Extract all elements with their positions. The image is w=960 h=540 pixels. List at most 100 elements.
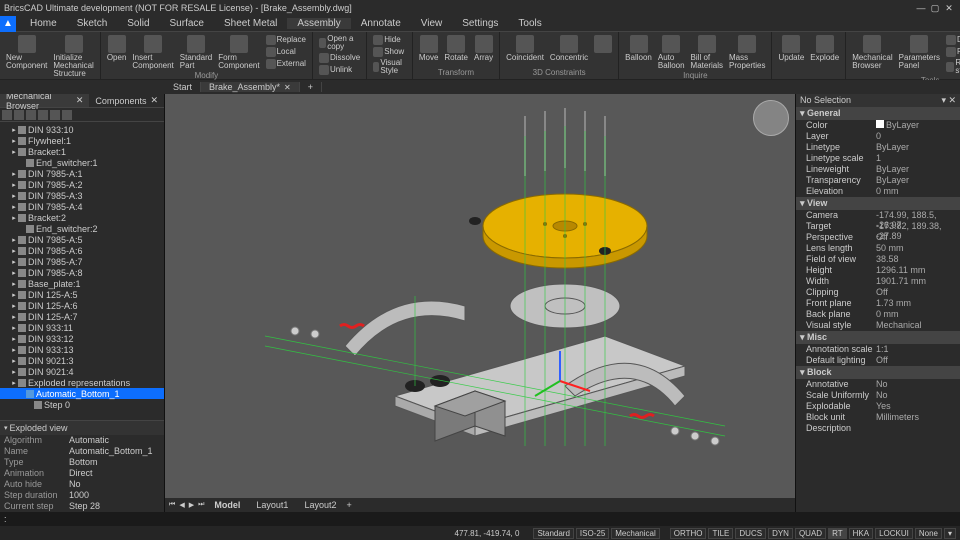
tree-node[interactable]: Step 0 (0, 399, 164, 410)
tree-twisty-icon[interactable]: ▸ (10, 335, 18, 343)
tree-node[interactable]: ▸DIN 9021:3 (0, 355, 164, 366)
hide[interactable]: Hide (371, 34, 408, 46)
exploded-prop-row[interactable]: Step duration1000 (0, 490, 164, 501)
new-component[interactable]: NewComponent (4, 34, 49, 79)
mass-props[interactable]: MassProperties (727, 34, 767, 71)
window-close[interactable]: ✕ (942, 3, 956, 14)
ribbon-tab-view[interactable]: View (411, 18, 453, 29)
props-row[interactable]: Height1296.11 mm (796, 265, 960, 276)
props-section-header[interactable]: ▾ Misc (796, 331, 960, 344)
tree-twisty-icon[interactable]: ▸ (10, 368, 18, 376)
props-row[interactable]: Lens length50 mm (796, 243, 960, 254)
update[interactable]: Update (776, 34, 806, 63)
unlink[interactable]: Unlink (317, 64, 362, 76)
insert-component[interactable]: InsertComponent (130, 34, 175, 71)
doc-tab[interactable]: Start (165, 82, 201, 92)
exploded-prop-row[interactable]: Auto hideNo (0, 479, 164, 490)
ribbon-tab-settings[interactable]: Settings (452, 18, 508, 29)
layout-last[interactable]: ⏭ (198, 501, 204, 509)
ribbon-tab-annotate[interactable]: Annotate (351, 18, 411, 29)
tree-twisty-icon[interactable]: ▸ (10, 291, 18, 299)
tree-node[interactable]: ▸DIN 7985-A:3 (0, 190, 164, 201)
props-row[interactable]: ColorByLayer (796, 120, 960, 131)
tree-twisty-icon[interactable]: ▸ (10, 148, 18, 156)
status-segment[interactable]: Mechanical (611, 528, 659, 539)
replace[interactable]: Replace (264, 34, 308, 46)
tree-node[interactable]: ▸DIN 7985-A:2 (0, 179, 164, 190)
bom[interactable]: Bill ofMaterials (689, 34, 725, 71)
close-icon[interactable]: ✕ (76, 95, 84, 106)
tree-twisty-icon[interactable]: ▸ (10, 181, 18, 189)
tree-twisty-icon[interactable]: ▸ (10, 192, 18, 200)
ribbon-tab-solid[interactable]: Solid (117, 18, 159, 29)
set-local[interactable]: Local (264, 46, 308, 58)
show[interactable]: Show (371, 46, 408, 58)
props-row[interactable]: Front plane1.73 mm (796, 298, 960, 309)
dependencies[interactable]: Dependencies (944, 34, 960, 46)
tree-twisty-icon[interactable]: ▸ (10, 247, 18, 255)
window-maximize[interactable]: ▢ (928, 3, 942, 14)
cmd-input[interactable] (7, 514, 956, 524)
mechanical-tree[interactable]: ▸DIN 933:10▸Flywheel:1▸Bracket:1End_swit… (0, 122, 164, 420)
tree-node[interactable]: ▸DIN 933:10 (0, 124, 164, 135)
layout-tab[interactable]: Layout2 (298, 500, 342, 510)
mech-browser[interactable]: MechanicalBrowser (850, 34, 894, 76)
panel-tool-icon[interactable] (26, 110, 36, 120)
tree-node[interactable]: End_switcher:1 (0, 157, 164, 168)
ribbon-tab-tools[interactable]: Tools (508, 18, 551, 29)
status-right[interactable]: None (915, 528, 942, 539)
ribbon-tab-home[interactable]: Home (20, 18, 67, 29)
set-external[interactable]: External (264, 58, 308, 70)
panel-tool-icon[interactable] (38, 110, 48, 120)
exploded-prop-row[interactable]: NameAutomatic_Bottom_1 (0, 446, 164, 457)
form-component[interactable]: FormComponent (216, 34, 261, 71)
props-row[interactable]: Visual styleMechanical (796, 320, 960, 331)
props-row[interactable]: Layer0 (796, 131, 960, 142)
status-toggle-lockui[interactable]: LOCKUI (875, 528, 913, 539)
tree-node[interactable]: Automatic_Bottom_1 (0, 388, 164, 399)
panel-tab[interactable]: Mechanical Browser✕ (0, 94, 89, 107)
ribbon-tab-assembly[interactable]: Assembly (287, 18, 350, 29)
tree-node[interactable]: ▸Base_plate:1 (0, 278, 164, 289)
props-row[interactable]: PerspectiveOff (796, 232, 960, 243)
status-segment[interactable]: Standard (533, 528, 573, 539)
close-icon[interactable]: ✕ (150, 95, 158, 106)
layout-prev[interactable]: ◀ (179, 501, 184, 509)
tree-twisty-icon[interactable]: ▸ (10, 214, 18, 222)
ribbon-tab-surface[interactable]: Surface (160, 18, 214, 29)
tree-node[interactable]: ▸DIN 125-A:6 (0, 300, 164, 311)
tree-node[interactable]: ▸DIN 7985-A:5 (0, 234, 164, 245)
command-line[interactable]: : (0, 512, 960, 526)
props-row[interactable]: Target-173.82, 189.38, -27.89 (796, 221, 960, 232)
tree-node[interactable]: ▸DIN 7985-A:8 (0, 267, 164, 278)
tree-twisty-icon[interactable]: ▸ (10, 357, 18, 365)
rotate[interactable]: Rotate (442, 34, 470, 63)
tree-node[interactable]: ▸DIN 933:12 (0, 333, 164, 344)
tree-node[interactable]: ▸Bracket:1 (0, 146, 164, 157)
tree-node[interactable]: ▸DIN 7985-A:7 (0, 256, 164, 267)
tree-node[interactable]: ▸Bracket:2 (0, 212, 164, 223)
tree-twisty-icon[interactable]: ▸ (10, 346, 18, 354)
props-row[interactable]: Camera-174.99, 188.5, -26.97 (796, 210, 960, 221)
dissolve[interactable]: Dissolve (317, 52, 362, 64)
props-row[interactable]: ExplodableYes (796, 401, 960, 412)
tree-twisty-icon[interactable]: ▸ (10, 280, 18, 288)
props-row[interactable]: ClippingOff (796, 287, 960, 298)
status-toggle-ortho[interactable]: ORTHO (670, 528, 707, 539)
tree-twisty-icon[interactable]: ▸ (10, 269, 18, 277)
ribbon-tab-sheet-metal[interactable]: Sheet Metal (214, 18, 287, 29)
app-icon[interactable]: ▲ (0, 16, 16, 32)
props-row[interactable]: Lineweight ByLayer (796, 164, 960, 175)
layout-tab[interactable]: Layout1 (250, 500, 294, 510)
init-mech-structure[interactable]: Initialize MechanicalStructure (51, 34, 95, 79)
panel-tool-icon[interactable] (50, 110, 60, 120)
props-row[interactable]: Field of view38.58 (796, 254, 960, 265)
tree-twisty-icon[interactable]: ▸ (10, 203, 18, 211)
open[interactable]: Open (105, 34, 129, 71)
props-section-header[interactable]: ▾ View (796, 197, 960, 210)
view-cube[interactable] (753, 100, 789, 136)
props-row[interactable]: Elevation0 mm (796, 186, 960, 197)
balloon[interactable]: Balloon (623, 34, 654, 71)
tree-node[interactable]: ▸DIN 7985-A:6 (0, 245, 164, 256)
layout-tab[interactable]: Model (208, 500, 246, 510)
